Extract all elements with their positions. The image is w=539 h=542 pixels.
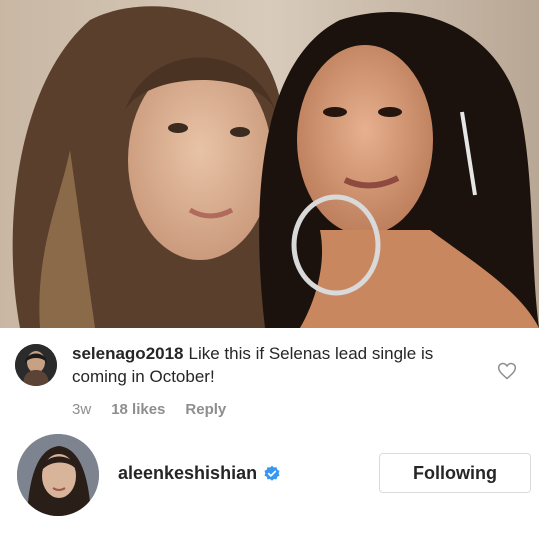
profile-avatar[interactable]	[17, 434, 99, 516]
following-button[interactable]: Following	[379, 453, 531, 493]
comment-body: selenago2018 Like this if Selenas lead si…	[72, 342, 472, 388]
profile-username[interactable]: aleenkeshishian	[118, 463, 257, 484]
comment-username[interactable]: selenago2018	[72, 344, 184, 363]
comment-age: 3w	[72, 401, 92, 418]
instagram-post-comment-view: selenago2018 Like this if Selenas lead si…	[0, 0, 539, 542]
selfie-image	[0, 0, 539, 328]
commenter-avatar[interactable]	[15, 344, 57, 386]
comment-meta: 3w 18 likes Reply	[72, 401, 226, 418]
reply-button[interactable]: Reply	[185, 401, 226, 418]
post-photo	[0, 0, 539, 328]
verified-badge-icon	[263, 465, 281, 483]
comment-likes[interactable]: 18 likes	[111, 401, 165, 418]
profile-name-row: aleenkeshishian	[118, 463, 281, 484]
heart-outline-icon[interactable]	[497, 361, 517, 381]
